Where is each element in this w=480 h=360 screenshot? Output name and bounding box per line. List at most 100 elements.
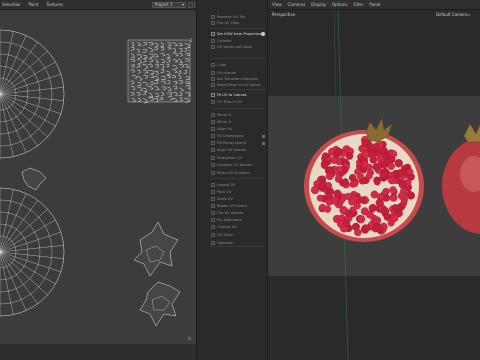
camera-dropdown[interactable]: Default Camera [436,12,470,17]
tool-item[interactable]: Mirror U [211,112,267,118]
tool-checkbox[interactable] [211,183,215,187]
tool-item[interactable]: Pack UV [211,189,267,195]
tool-label: Set UVW from Projection [217,32,262,36]
tool-checkbox[interactable] [211,148,215,152]
tool-checkbox[interactable] [211,134,215,138]
tool-item[interactable]: Fill Unwrapped [211,133,267,139]
tool-checkbox[interactable] [211,204,215,208]
tool-checkbox[interactable] [211,241,215,245]
tool-item[interactable]: Scale UV [211,196,267,202]
tool-label: Reset Mesh to UV Space [217,83,261,87]
tool-item[interactable]: Layout UV [211,182,267,188]
tool-label: Relax UV to Island [217,171,250,175]
menu-paint[interactable]: Paint [28,2,38,7]
panel-button-1[interactable] [188,2,193,8]
tool-label: Pin Alignment [217,218,242,222]
tool-checkbox[interactable] [211,32,215,36]
svg-text:1: 1 [190,38,193,43]
tool-item[interactable]: Straighten UV [211,155,267,161]
option-icon[interactable] [262,141,265,145]
tools-divider [211,89,265,90]
tool-label: Remove UV Tile [217,15,246,19]
tool-checkbox[interactable] [211,225,215,229]
tool-label: Optimize [217,241,234,245]
menu-selection[interactable]: Selection [2,2,20,7]
uv-island-stem [21,167,47,191]
tool-checkbox[interactable] [211,156,215,160]
tool-checkbox[interactable] [211,15,215,19]
tool-checkbox[interactable] [211,21,215,25]
tool-item[interactable]: Equalize UV Islands [211,162,267,168]
tool-item[interactable]: UV Vertex set Value [211,44,267,50]
tool-label: Cylinder [217,39,232,43]
tool-label: Pack UV [217,190,232,194]
option-icon[interactable] [262,134,265,138]
project-dropdown[interactable]: Project 1 [152,2,186,8]
tool-checkbox[interactable] [211,120,215,124]
tool-label: Scale UV [217,197,233,201]
tool-item[interactable]: Align UV Islands [211,147,267,153]
info-icon[interactable] [261,32,265,36]
tool-checkbox[interactable] [211,71,215,75]
tool-label: Rotate UV Island [217,204,247,208]
tool-label: Mirror V [217,120,232,124]
viewport-menu-view[interactable]: View [272,2,282,7]
tool-checkbox[interactable] [211,141,215,145]
tool-item[interactable]: Rotate UV Island [211,203,267,209]
tool-item[interactable]: Mirror V [211,119,267,125]
tool-label: Cube [217,63,227,67]
tool-item[interactable]: UV Tiles in UV [211,99,267,105]
tool-checkbox[interactable] [211,171,215,175]
tool-checkbox[interactable] [211,233,215,237]
tool-label: UV Islands [217,71,236,75]
tool-checkbox[interactable] [211,190,215,194]
tools-divider [211,246,265,247]
tool-item[interactable]: Relax UV to Island [211,170,267,176]
menu-textures[interactable]: Textures [46,2,63,7]
tools-divider [211,28,265,29]
tool-item[interactable]: Align UV [211,126,267,132]
tool-label: Fill Unwrapped [217,134,244,138]
tool-label: UV Tiles in UV [217,100,243,104]
3d-viewport[interactable]: Perspective Default Camera [268,10,480,360]
tool-item[interactable]: UV Stitch [211,232,267,238]
tools-divider [211,58,265,59]
tool-item[interactable]: Flip UV Islands [211,210,267,216]
tool-label: Equalize UV Islands [217,163,253,167]
tool-label: UV Stitch [217,233,234,237]
uv-tools-panel: Remove UV Tile Flip UV Tiles Set UVW from … [196,0,268,360]
tool-checkbox[interactable] [211,163,215,167]
tool-item[interactable]: Pin Alignment [211,217,267,223]
tool-checkbox[interactable] [211,113,215,117]
tool-checkbox[interactable] [211,100,215,104]
tool-item[interactable]: Reset Mesh to UV Space [211,82,267,88]
viewport-scene [268,10,480,360]
tool-checkbox[interactable] [211,45,215,49]
uv-island-seeds [127,39,191,104]
viewport-menubar: View Cameras Display Options Filter Pane… [268,0,480,10]
tool-checkbox[interactable] [211,93,215,97]
tool-checkbox[interactable] [211,63,215,67]
uv-island-crown [133,221,181,327]
tool-item[interactable]: Fit UV to Canvas [211,92,267,98]
tool-checkbox[interactable] [211,83,215,87]
viewport-menu-cameras[interactable]: Cameras [288,2,306,7]
tool-item[interactable]: Cube [211,62,267,68]
tool-item[interactable]: Set UVW from Projection [211,31,267,37]
tool-label: Fit UV to Canvas [217,93,247,97]
tool-checkbox[interactable] [211,39,215,43]
tool-item[interactable]: Fill Ready Island [211,140,267,146]
viewport-menu-panel[interactable]: Panel [369,2,380,7]
uv-canvas[interactable]: 1 U [0,10,196,344]
tool-item[interactable]: Unwrap Sel [211,224,267,230]
tool-checkbox[interactable] [211,211,215,215]
viewport-menu-display[interactable]: Display [311,2,326,7]
viewport-menu-options[interactable]: Options [332,2,347,7]
tool-checkbox[interactable] [211,127,215,131]
viewport-menu-filter[interactable]: Filter [353,2,363,7]
tool-checkbox[interactable] [211,197,215,201]
tool-checkbox[interactable] [211,218,215,222]
tool-checkbox[interactable] [211,77,215,81]
tool-item[interactable]: Flip UV Tiles [211,20,267,26]
viewport-label: Perspective [272,12,296,17]
